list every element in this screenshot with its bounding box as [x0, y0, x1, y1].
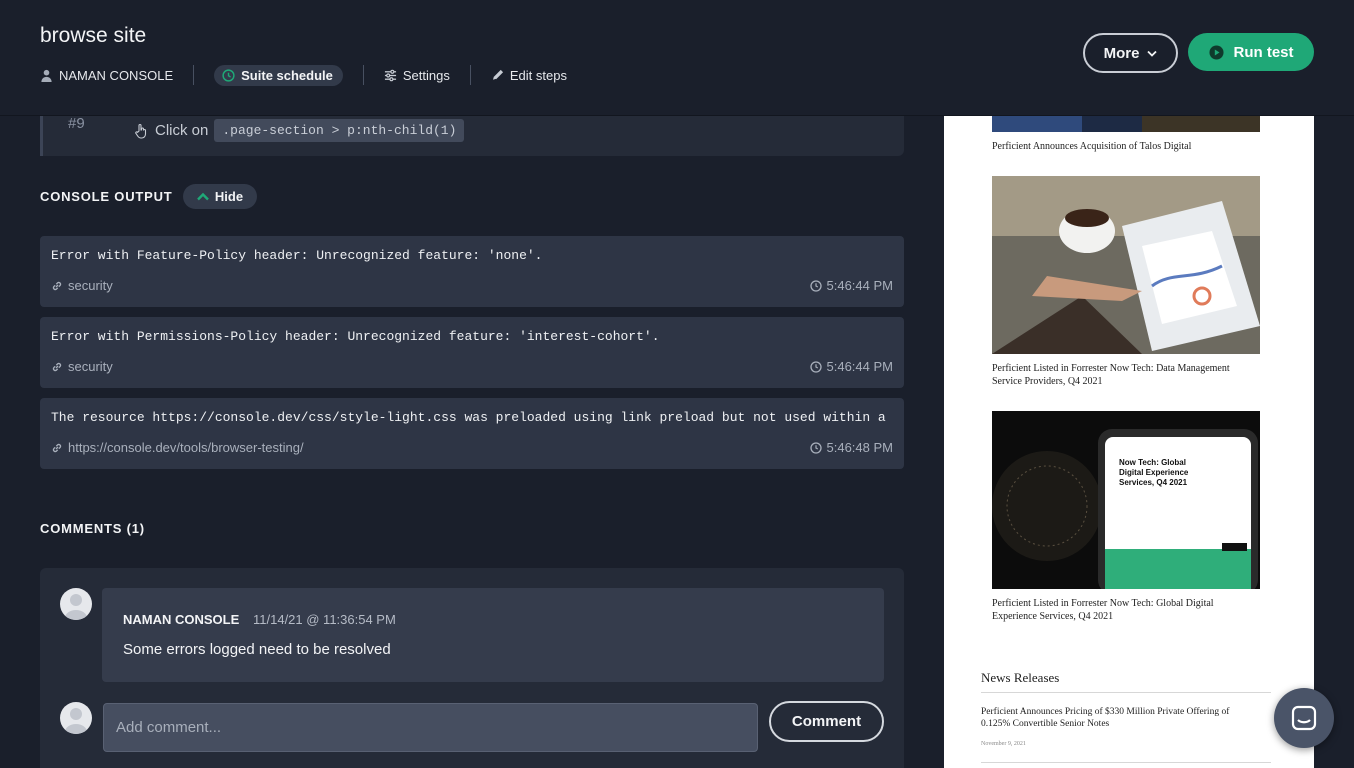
- clock-icon: [809, 441, 822, 454]
- preview-caption: Perficient Announces Acquisition of Talo…: [992, 141, 1192, 152]
- suite-schedule-button[interactable]: Suite schedule: [214, 64, 343, 86]
- avatar: [60, 588, 92, 620]
- owner: NAMAN CONSOLE: [40, 68, 173, 83]
- console-source-label: https://console.dev/tools/browser-testin…: [68, 440, 304, 455]
- user-icon: [41, 69, 52, 82]
- console-message: Error with Permissions-Policy header: Un…: [51, 329, 660, 344]
- edit-steps-label: Edit steps: [509, 67, 567, 83]
- test-meta-bar: NAMAN CONSOLE Suite schedule Settings Ed…: [40, 64, 567, 86]
- link-icon: [52, 281, 62, 290]
- pencil-icon: [492, 69, 503, 80]
- comment-button[interactable]: Comment: [769, 701, 884, 742]
- preview-news-heading: News Releases: [981, 670, 1060, 685]
- console-timestamp: 5:46:44 PM: [809, 359, 894, 374]
- add-comment-input[interactable]: [103, 703, 758, 752]
- preview-image-phone: [992, 411, 1260, 589]
- step-action: Click on: [155, 122, 209, 139]
- comments-panel: NAMAN CONSOLE 11/14/21 @ 11:36:54 PM Som…: [40, 568, 904, 768]
- chevron-up-icon: [197, 192, 209, 201]
- preview-news-date: November 9, 2021: [981, 741, 1026, 747]
- console-timestamp: 5:46:48 PM: [809, 440, 894, 455]
- step-number: #9: [68, 115, 85, 132]
- console-message: The resource https://console.dev/css/sty…: [51, 410, 886, 425]
- suite-schedule-label: Suite schedule: [241, 67, 333, 83]
- console-message: Error with Feature-Policy header: Unreco…: [51, 248, 543, 263]
- comment-text: Some errors logged need to be resolved: [123, 641, 391, 658]
- play-icon: [1208, 44, 1224, 60]
- preview-news-item: Perficient Announces Pricing of $330 Mil…: [981, 707, 1230, 729]
- comments-heading: COMMENTS (1): [40, 521, 145, 536]
- step-selector: .page-section > p:nth-child(1): [214, 119, 465, 142]
- divider: [469, 65, 471, 85]
- console-time-label: 5:46:44 PM: [826, 359, 894, 374]
- settings-label: Settings: [402, 67, 450, 83]
- divider: [193, 65, 195, 85]
- user-avatar-icon: [64, 708, 88, 734]
- divider: [981, 762, 1271, 763]
- preview-caption: Perficient Listed in Forrester Now Tech:…: [992, 598, 1214, 622]
- link-icon: [52, 443, 62, 452]
- chat-icon: [1291, 705, 1317, 731]
- preview-phone-title: Now Tech: Global Digital Experience Serv…: [1119, 458, 1189, 487]
- more-button[interactable]: More: [1083, 33, 1178, 73]
- console-source: security: [51, 359, 113, 374]
- clock-icon: [222, 68, 235, 82]
- run-test-label: Run test: [1233, 43, 1294, 61]
- step-description: Click on .page-section > p:nth-child(1): [133, 119, 465, 142]
- avatar: [60, 702, 92, 734]
- console-source-label: security: [68, 278, 113, 293]
- page-title: browse site: [40, 24, 147, 47]
- console-time-label: 5:46:48 PM: [826, 440, 894, 455]
- clock-icon: [809, 279, 822, 292]
- console-entry: Error with Feature-Policy header: Unreco…: [40, 236, 904, 307]
- console-entry: The resource https://console.dev/css/sty…: [40, 398, 904, 469]
- settings-button[interactable]: Settings: [384, 68, 450, 83]
- edit-steps-button[interactable]: Edit steps: [491, 68, 567, 83]
- chevron-down-icon: [1147, 50, 1158, 57]
- preview-caption: Perficient Listed in Forrester Now Tech:…: [992, 363, 1230, 387]
- chat-launcher-button[interactable]: [1274, 688, 1334, 748]
- console-source: security: [51, 278, 113, 293]
- comment-date: 11/14/21 @ 11:36:54 PM: [253, 612, 396, 627]
- divider: [362, 65, 364, 85]
- user-avatar-icon: [64, 594, 88, 620]
- comment: NAMAN CONSOLE 11/14/21 @ 11:36:54 PM Som…: [102, 588, 884, 682]
- test-header: browse site NAMAN CONSOLE Suite schedule…: [0, 0, 1354, 116]
- console-output-heading: CONSOLE OUTPUT: [40, 189, 173, 204]
- clock-icon: [809, 360, 822, 373]
- hide-label: Hide: [214, 189, 244, 204]
- hand-pointer-icon: [135, 123, 147, 139]
- run-test-button[interactable]: Run test: [1188, 33, 1314, 71]
- sliders-icon: [384, 69, 396, 81]
- more-label: More: [1103, 44, 1140, 62]
- preview-image-tablet: [992, 176, 1260, 354]
- page-screenshot-preview[interactable]: Perficient Announces Acquisition of Talo…: [944, 100, 1314, 768]
- console-source-label: security: [68, 359, 113, 374]
- comment-author: NAMAN CONSOLE: [123, 612, 240, 627]
- divider: [981, 692, 1271, 693]
- console-source-link[interactable]: https://console.dev/tools/browser-testin…: [51, 440, 304, 455]
- link-icon: [52, 362, 62, 371]
- console-timestamp: 5:46:44 PM: [809, 278, 894, 293]
- hide-console-button[interactable]: Hide: [183, 184, 257, 209]
- console-entry: Error with Permissions-Policy header: Un…: [40, 317, 904, 388]
- console-time-label: 5:46:44 PM: [826, 278, 894, 293]
- owner-name: NAMAN CONSOLE: [59, 67, 174, 83]
